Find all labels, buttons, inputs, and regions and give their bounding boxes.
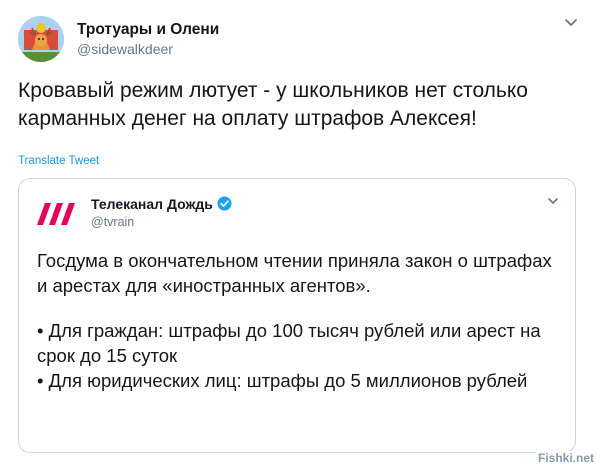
quoted-author-name[interactable]: Телеканал Дождь — [91, 196, 213, 212]
tweet-screenshot: Тротуары и Олени @sidewalkdeer Кровавый … — [0, 0, 600, 467]
watermark: Fishki.net — [535, 451, 596, 465]
verified-badge-icon — [217, 196, 232, 211]
chevron-down-icon[interactable] — [547, 197, 559, 206]
tvrain-logo-icon — [37, 197, 77, 231]
chevron-down-icon[interactable] — [564, 18, 578, 28]
quoted-tweet-card[interactable]: Телеканал Дождь @tvrain Госдума в оконча… — [18, 178, 576, 453]
deer-avatar-icon — [18, 16, 64, 62]
quoted-bullet-2: • Для юридических лиц: штрафы до 5 милли… — [37, 370, 528, 391]
quoted-author-handle[interactable]: @tvrain — [91, 215, 134, 229]
author-avatar[interactable] — [18, 16, 64, 62]
translate-tweet-link[interactable]: Translate Tweet — [18, 155, 99, 167]
tweet-text: Кровавый режим лютует - у школьников нет… — [18, 79, 528, 130]
quoted-tweet-text: Госдума в окончательном чтении приняла з… — [37, 248, 567, 393]
quoted-paragraph: Госдума в окончательном чтении приняла з… — [37, 250, 552, 296]
author-handle[interactable]: @sidewalkdeer — [77, 41, 173, 57]
quoted-bullet-1: • Для граждан: штрафы до 100 тысяч рубле… — [37, 320, 541, 366]
quoted-author-name-row[interactable]: Телеканал Дождь — [91, 196, 232, 212]
author-name[interactable]: Тротуары и Олени — [77, 21, 219, 39]
